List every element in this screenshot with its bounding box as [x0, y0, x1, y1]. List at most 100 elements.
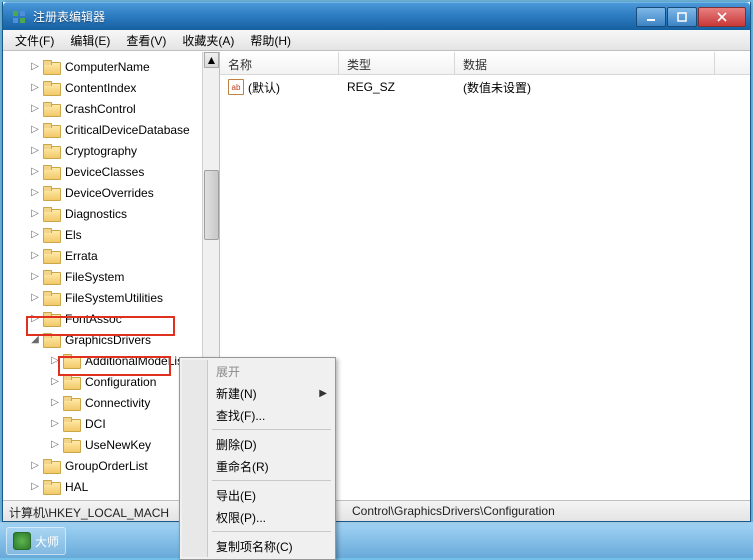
- expand-icon[interactable]: ▷: [49, 355, 61, 367]
- expand-icon[interactable]: ▷: [49, 397, 61, 409]
- tree-item[interactable]: ▷FileSystem: [3, 266, 219, 287]
- tree-label: Cryptography: [63, 143, 139, 159]
- close-button[interactable]: [698, 7, 746, 27]
- scroll-thumb[interactable]: [204, 170, 219, 240]
- col-name[interactable]: 名称: [220, 52, 339, 74]
- expand-icon[interactable]: ▷: [49, 439, 61, 451]
- tree-item[interactable]: ▷ Cryptography: [3, 140, 219, 161]
- menu-fav[interactable]: 收藏夹(A): [174, 30, 242, 51]
- folder-icon: [43, 207, 59, 221]
- tree-label: CriticalDeviceDatabase: [63, 122, 192, 138]
- ctx-copy-keyname[interactable]: 复制项名称(C): [182, 535, 333, 557]
- ctx-permissions[interactable]: 权限(P)...: [182, 506, 333, 528]
- tree-label: Els: [63, 227, 84, 243]
- expand-icon[interactable]: ▷: [29, 481, 41, 493]
- ctx-new[interactable]: 新建(N)▶: [182, 382, 333, 404]
- expand-icon[interactable]: ▷: [49, 376, 61, 388]
- tree-item[interactable]: ▷CrashControl: [3, 98, 219, 119]
- folder-icon: [43, 480, 59, 494]
- tree-item[interactable]: ▷ FileSystemUtilities: [3, 287, 219, 308]
- status-path-suffix: Control\GraphicsDrivers\Configuration: [352, 504, 555, 518]
- window-controls: [635, 7, 746, 27]
- ctx-rename[interactable]: 重命名(R): [182, 455, 333, 477]
- menu-file[interactable]: 文件(F): [7, 30, 62, 51]
- folder-icon: [63, 438, 79, 452]
- expand-icon[interactable]: ▷: [29, 166, 41, 178]
- titlebar[interactable]: 注册表编辑器: [3, 2, 750, 30]
- tree-label: FileSystemUtilities: [63, 290, 165, 306]
- taskbar[interactable]: 大师: [0, 522, 753, 558]
- tree-label: Connectivity: [83, 395, 152, 411]
- folder-icon: [43, 186, 59, 200]
- tree-label: UseNewKey: [83, 437, 153, 453]
- expand-icon[interactable]: ▷: [29, 124, 41, 136]
- folder-icon: [43, 228, 59, 242]
- expand-icon[interactable]: ▷: [29, 229, 41, 241]
- tree-label: FontAssoc: [63, 311, 124, 327]
- tree-label: ComputerName: [63, 59, 152, 75]
- expand-icon[interactable]: ▷: [29, 460, 41, 472]
- folder-icon: [43, 291, 59, 305]
- value-type: REG_SZ: [339, 80, 455, 94]
- folder-icon: [43, 312, 59, 326]
- ctx-export[interactable]: 导出(E): [182, 484, 333, 506]
- list-header: 名称 类型 数据: [220, 52, 750, 75]
- folder-icon: [43, 270, 59, 284]
- expand-icon[interactable]: ▷: [29, 103, 41, 115]
- folder-icon: [43, 123, 59, 137]
- expand-icon[interactable]: ▷: [29, 61, 41, 73]
- ctx-delete[interactable]: 删除(D): [182, 433, 333, 455]
- menubar: 文件(F) 编辑(E) 查看(V) 收藏夹(A) 帮助(H): [3, 30, 750, 51]
- minimize-button[interactable]: [636, 7, 666, 27]
- app-icon: [11, 9, 27, 25]
- expand-icon[interactable]: ▷: [29, 145, 41, 157]
- regedit-window: 注册表编辑器 文件(F) 编辑(E) 查看(V) 收藏夹(A) 帮助(H) ▷C…: [2, 2, 751, 522]
- folder-icon: [63, 354, 79, 368]
- col-type[interactable]: 类型: [339, 52, 455, 74]
- folder-icon: [43, 144, 59, 158]
- tree-item[interactable]: ▷ FontAssoc: [3, 308, 219, 329]
- expand-icon[interactable]: ▷: [29, 313, 41, 325]
- tree-item[interactable]: ▷Errata: [3, 245, 219, 266]
- list-row[interactable]: ab(默认)REG_SZ(数值未设置): [220, 77, 750, 97]
- expand-icon[interactable]: ▷: [29, 187, 41, 199]
- folder-icon: [63, 396, 79, 410]
- tree-item[interactable]: ▷ Els: [3, 224, 219, 245]
- menu-edit[interactable]: 编辑(E): [62, 30, 118, 51]
- tree-item[interactable]: ◢ GraphicsDrivers: [3, 329, 219, 350]
- window-title: 注册表编辑器: [33, 8, 635, 25]
- expand-icon[interactable]: ▷: [29, 250, 41, 262]
- scroll-up-icon[interactable]: ▲: [204, 52, 219, 68]
- folder-icon: [43, 249, 59, 263]
- tree-item[interactable]: ▷ ComputerName: [3, 56, 219, 77]
- tree-label: DCI: [83, 416, 108, 432]
- expand-icon[interactable]: ▷: [49, 418, 61, 430]
- ctx-find[interactable]: 查找(F)...: [182, 404, 333, 426]
- taskbar-button[interactable]: 大师: [6, 527, 66, 555]
- folder-icon: [43, 459, 59, 473]
- menu-view[interactable]: 查看(V): [118, 30, 174, 51]
- folder-icon: [43, 165, 59, 179]
- string-value-icon: ab: [228, 79, 244, 95]
- folder-icon: [43, 60, 59, 74]
- tree-item[interactable]: ▷ContentIndex: [3, 77, 219, 98]
- expand-icon[interactable]: ▷: [29, 271, 41, 283]
- tree-item[interactable]: ▷Diagnostics: [3, 203, 219, 224]
- menu-help[interactable]: 帮助(H): [242, 30, 299, 51]
- tree-label: DeviceOverrides: [63, 185, 156, 201]
- collapse-icon[interactable]: ◢: [29, 334, 41, 346]
- ctx-expand: 展开: [182, 360, 333, 382]
- expand-icon[interactable]: ▷: [29, 292, 41, 304]
- col-data[interactable]: 数据: [455, 52, 715, 74]
- folder-icon: [43, 81, 59, 95]
- tree-label: GroupOrderList: [63, 458, 150, 474]
- tree-item[interactable]: ▷ DeviceOverrides: [3, 182, 219, 203]
- expand-icon[interactable]: ▷: [29, 208, 41, 220]
- maximize-button[interactable]: [667, 7, 697, 27]
- expand-icon[interactable]: ▷: [29, 82, 41, 94]
- tree-item[interactable]: ▷ CriticalDeviceDatabase: [3, 119, 219, 140]
- tree-item[interactable]: ▷DeviceClasses: [3, 161, 219, 182]
- folder-icon: [63, 417, 79, 431]
- tree-label: GraphicsDrivers: [63, 332, 153, 348]
- separator: [212, 429, 331, 430]
